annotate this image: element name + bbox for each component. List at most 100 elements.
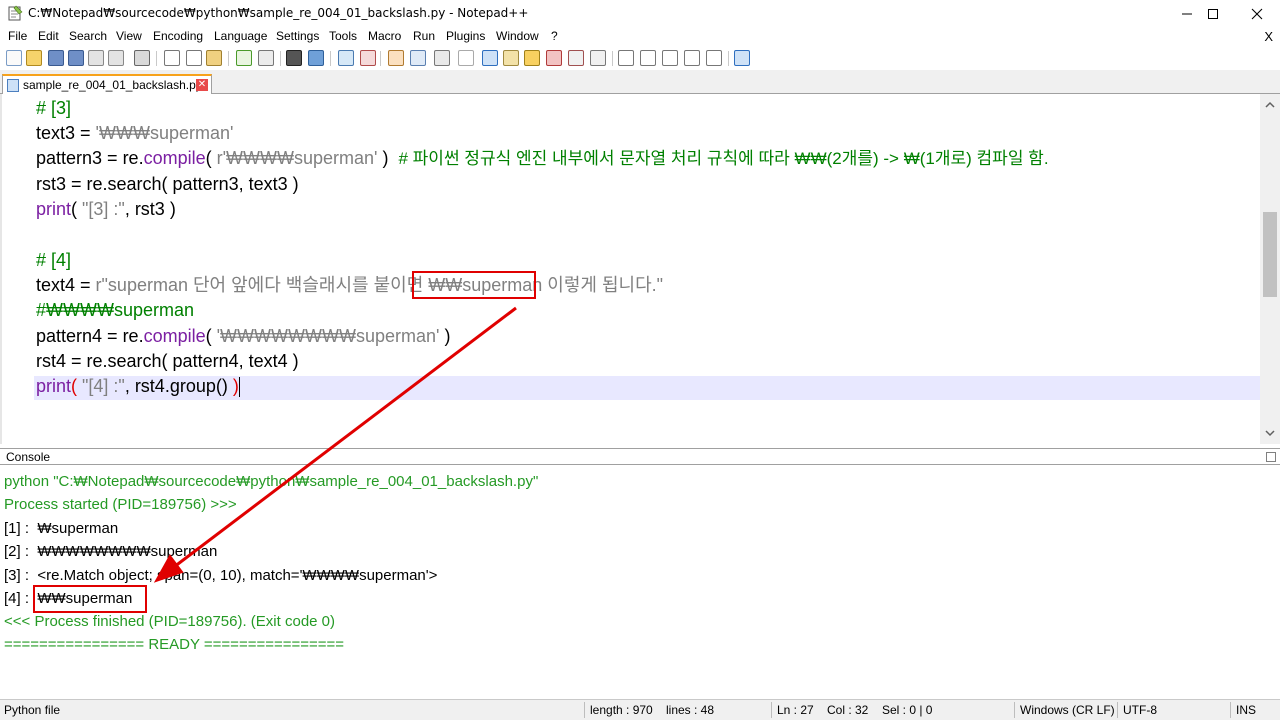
code-text: , rst4.group() xyxy=(124,376,233,396)
zoom-out-icon[interactable] xyxy=(360,50,376,66)
paste-icon[interactable] xyxy=(206,50,222,66)
close-all-icon[interactable] xyxy=(108,50,124,66)
code-text: ( xyxy=(205,326,217,346)
console-title: Console xyxy=(6,450,51,464)
status-insert-mode: INS xyxy=(1236,703,1257,717)
code-text: ( xyxy=(205,148,217,168)
menu-settings[interactable]: Settings xyxy=(276,29,319,43)
word-wrap-icon[interactable] xyxy=(434,50,450,66)
redo-icon[interactable] xyxy=(258,50,274,66)
menu-edit[interactable]: Edit xyxy=(38,29,59,43)
comment: # [3] xyxy=(36,98,72,118)
open-file-icon[interactable] xyxy=(26,50,42,66)
tab-sample-file[interactable]: sample_re_004_01_backslash.py ✕ xyxy=(2,74,212,95)
comment: #₩₩₩₩superman xyxy=(36,300,195,320)
console-line: [2] : ₩₩₩₩₩₩₩₩superman xyxy=(4,543,218,560)
zoom-in-icon[interactable] xyxy=(338,50,354,66)
menu-view[interactable]: View xyxy=(116,29,142,43)
status-file-type: Python file xyxy=(4,703,61,717)
indent-guide-icon[interactable] xyxy=(482,50,498,66)
stop-macro-icon[interactable] xyxy=(640,50,656,66)
scroll-up-icon[interactable] xyxy=(1265,100,1275,110)
menu-macro[interactable]: Macro xyxy=(368,29,401,43)
menu-plugins[interactable]: Plugins xyxy=(446,29,485,43)
menu-window[interactable]: Window xyxy=(496,29,539,43)
show-all-chars-icon[interactable] xyxy=(458,50,474,66)
find-icon[interactable] xyxy=(286,50,302,66)
string-literal: '₩₩₩superman' xyxy=(95,123,234,143)
scrollbar-thumb[interactable] xyxy=(1263,212,1277,297)
new-file-icon[interactable] xyxy=(6,50,22,66)
close-window-button[interactable] xyxy=(1234,0,1280,28)
save-icon[interactable] xyxy=(48,50,64,66)
code-line: rst3 = re.search( pattern3, text3 ) xyxy=(36,172,299,197)
string-literal: '₩₩₩₩₩₩₩₩superman' xyxy=(216,326,440,346)
play-macro-icon[interactable] xyxy=(662,50,678,66)
code-text: text3 = xyxy=(36,123,96,143)
code-text: pattern4 = re. xyxy=(36,326,144,346)
menu-file[interactable]: File xyxy=(8,29,27,43)
record-macro-icon[interactable] xyxy=(618,50,634,66)
function-list-icon[interactable] xyxy=(546,50,562,66)
menu-run[interactable]: Run xyxy=(413,29,435,43)
sync-horizontal-icon[interactable] xyxy=(410,50,426,66)
toolbar xyxy=(0,46,1280,70)
code-editor[interactable]: # [3] text3 = '₩₩₩superman' pattern3 = r… xyxy=(0,94,1280,444)
toolbar-separator xyxy=(612,51,613,66)
replace-icon[interactable] xyxy=(308,50,324,66)
undo-icon[interactable] xyxy=(236,50,252,66)
menu-tools[interactable]: Tools xyxy=(329,29,357,43)
save-all-icon[interactable] xyxy=(68,50,84,66)
status-separator xyxy=(1014,702,1015,718)
string-literal: r"superman 단어 앞에다 백슬래시를 붙이면 xyxy=(95,275,429,295)
close-document-button[interactable]: X xyxy=(1264,29,1273,44)
save-macro-icon[interactable] xyxy=(706,50,722,66)
keyword: compile xyxy=(143,326,206,346)
console-icon[interactable] xyxy=(734,50,750,66)
keyword: compile xyxy=(143,148,206,168)
user-language-icon[interactable] xyxy=(503,50,519,66)
monitoring-icon[interactable] xyxy=(590,50,606,66)
close-file-icon[interactable] xyxy=(88,50,104,66)
print-icon[interactable] xyxy=(134,50,150,66)
status-column: Col : 32 xyxy=(827,703,869,717)
code-line: # [4] xyxy=(36,248,71,273)
console-line: python "C:₩Notepad₩sourcecode₩python₩sam… xyxy=(4,473,539,490)
annotation-highlight-editor xyxy=(412,271,536,299)
string-literal: 이렇게 됩니다." xyxy=(542,275,664,295)
status-eol[interactable]: Windows (CR LF) xyxy=(1020,703,1115,717)
maximize-button[interactable] xyxy=(1190,0,1236,28)
cut-icon[interactable] xyxy=(164,50,180,66)
scroll-down-icon[interactable] xyxy=(1265,428,1275,438)
console-line: [1] : ₩superman xyxy=(4,520,119,537)
close-console-icon[interactable] xyxy=(1266,452,1276,462)
menu-bar: File Edit Search View Encoding Language … xyxy=(0,28,1280,46)
close-tab-icon[interactable]: ✕ xyxy=(196,79,208,91)
menu-language[interactable]: Language xyxy=(214,29,267,43)
document-map-icon[interactable] xyxy=(524,50,540,66)
toolbar-separator xyxy=(228,51,229,66)
copy-icon[interactable] xyxy=(186,50,202,66)
run-macro-multiple-icon[interactable] xyxy=(684,50,700,66)
menu-encoding[interactable]: Encoding xyxy=(153,29,203,43)
sync-vertical-icon[interactable] xyxy=(388,50,404,66)
code-line: #₩₩₩₩superman xyxy=(36,298,194,323)
toolbar-separator xyxy=(728,51,729,66)
code-line: rst4 = re.search( pattern4, text4 ) xyxy=(36,349,299,374)
menu-search[interactable]: Search xyxy=(69,29,107,43)
code-line: # [3] xyxy=(36,96,71,121)
code-text: ( xyxy=(71,199,83,219)
tab-bar: sample_re_004_01_backslash.py ✕ xyxy=(0,70,1280,95)
menu-help[interactable]: ? xyxy=(551,29,558,43)
status-lines: lines : 48 xyxy=(666,703,715,717)
status-selection: Sel : 0 | 0 xyxy=(882,703,933,717)
code-text: ) xyxy=(377,148,399,168)
folder-workspace-icon[interactable] xyxy=(568,50,584,66)
status-bar: Python file length : 970 lines : 48 Ln :… xyxy=(0,699,1280,720)
file-icon xyxy=(7,79,19,92)
editor-vertical-scrollbar[interactable] xyxy=(1260,94,1280,444)
console-output[interactable]: python "C:₩Notepad₩sourcecode₩python₩sam… xyxy=(0,466,1280,696)
status-encoding[interactable]: UTF-8 xyxy=(1123,703,1157,717)
toolbar-separator xyxy=(280,51,281,66)
code-line: text3 = '₩₩₩superman' xyxy=(36,121,233,146)
